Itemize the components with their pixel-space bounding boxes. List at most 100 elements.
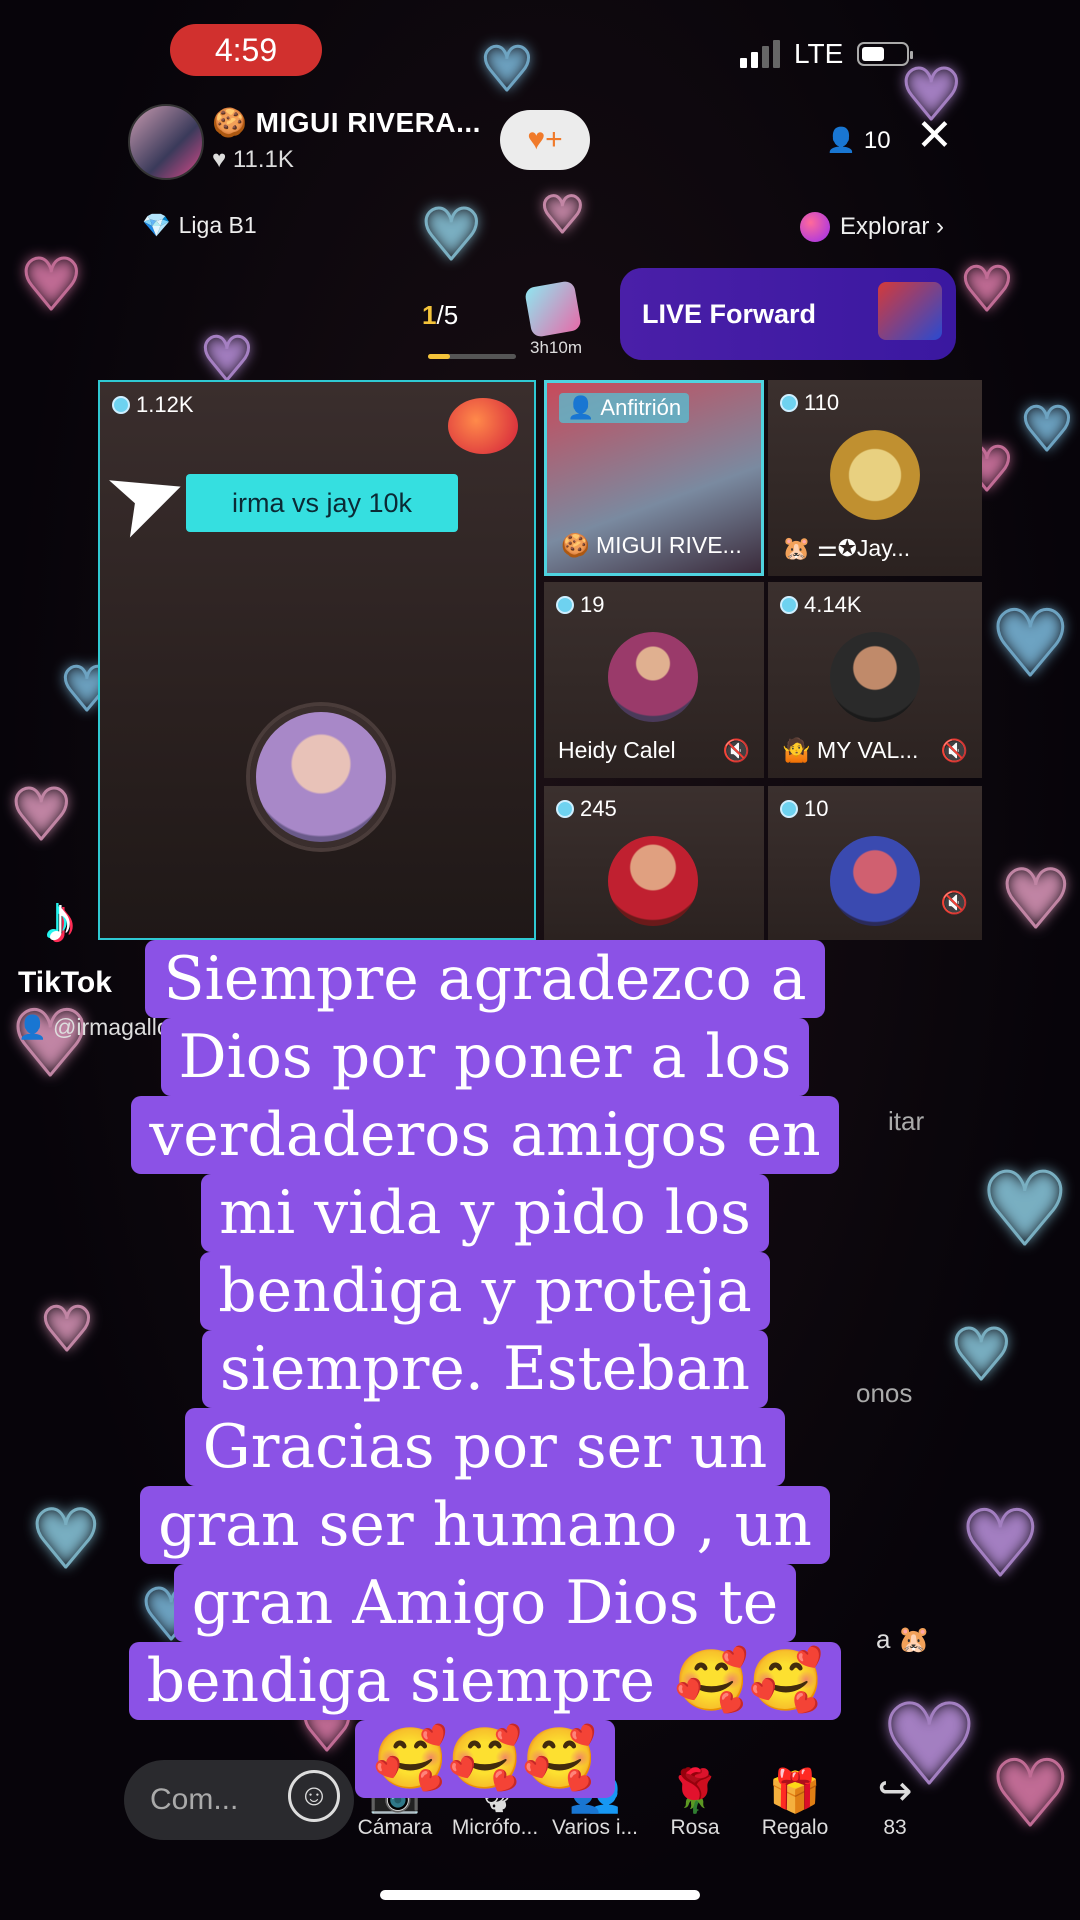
action-label: Cámara xyxy=(357,1816,433,1839)
live-forward-button[interactable]: LIVE Forward xyxy=(620,268,956,360)
caption-line: bendiga y proteja xyxy=(200,1252,770,1330)
gift-badge-icon xyxy=(448,398,518,454)
guest-tile[interactable]: 10 🔇 xyxy=(768,786,982,940)
viewer-count-label: 10 xyxy=(863,126,891,154)
diamond-icon: 💎 xyxy=(142,212,171,238)
league-badge[interactable]: 💎 Liga B1 xyxy=(142,212,257,239)
tile-score: 245 xyxy=(580,796,617,821)
tile-score-wrap: 4.14K xyxy=(780,592,862,618)
signal-icon xyxy=(740,40,780,68)
page-total: /5 xyxy=(436,300,459,330)
page-progress-bar xyxy=(428,354,516,359)
tile-name: 🐹 ⚌✪Jay... xyxy=(782,535,911,561)
heart-plus-icon: ♥+ xyxy=(527,123,563,156)
event-timer: 3h10m xyxy=(530,338,582,357)
heart-icon: ♥ xyxy=(959,1492,1043,1597)
viewer-count[interactable]: 👤 10 xyxy=(826,126,891,155)
caption-line: Dios por poner a los xyxy=(160,1018,810,1096)
side-text: itar xyxy=(888,1106,925,1136)
gem-icon xyxy=(556,800,574,818)
tiktok-logo-icon: ♪ xyxy=(44,883,76,955)
explore-label: Explorar › xyxy=(840,213,945,240)
action-label: Varios i... xyxy=(552,1816,638,1839)
guest-avatar xyxy=(830,632,920,722)
heart-icon: ♥ xyxy=(19,244,85,326)
person-icon: 👤 xyxy=(826,127,856,154)
gem-icon xyxy=(780,394,798,412)
guest-avatar xyxy=(830,836,920,926)
score-value: 1.12K xyxy=(136,392,194,417)
action-label: Regalo xyxy=(761,1816,829,1839)
status-time-pill: 4:59 xyxy=(170,24,322,76)
page-current: 1 xyxy=(422,300,437,330)
tile-name: 🍪 MIGUI RIVE... xyxy=(561,532,742,558)
tile-name: 🤷 MY VAL... xyxy=(782,737,919,763)
mic-off-icon: 🔇 xyxy=(940,890,968,915)
explore-link[interactable]: Explorar › xyxy=(800,212,944,242)
tile-score-wrap: 10 xyxy=(780,796,828,822)
league-label: Liga B1 xyxy=(178,212,257,238)
action-label: Micrófo... xyxy=(451,1816,539,1839)
tiktok-event-icon[interactable] xyxy=(524,280,582,338)
heart-icon: ♥ xyxy=(539,186,587,244)
status-indicators: LTE xyxy=(740,38,914,70)
tile-score: 19 xyxy=(580,592,605,617)
caption-line: gran Amigo Dios te xyxy=(173,1564,797,1642)
guest-tile[interactable]: 19 Heidy Calel 🔇 xyxy=(544,582,764,778)
network-label: LTE xyxy=(794,38,844,69)
host-likes: ♥ 11.1K xyxy=(212,146,294,173)
heart-icon: ♥ xyxy=(959,255,1016,325)
caption-line: 🥰🥰🥰 xyxy=(354,1720,616,1798)
race-car-icon xyxy=(878,282,942,340)
guest-avatar xyxy=(830,430,920,520)
gem-icon xyxy=(112,396,130,414)
caption-line: verdaderos amigos en xyxy=(131,1096,839,1174)
heart-icon: ♥ xyxy=(979,1151,1072,1268)
heart-icon: ♥ xyxy=(999,853,1074,946)
page-progress-fill xyxy=(428,354,450,359)
tile-score: 10 xyxy=(804,796,829,821)
heart-icon: ♥ xyxy=(479,35,536,105)
tile-score-wrap: 110 xyxy=(780,390,839,416)
tile-score: 110 xyxy=(804,390,840,415)
caption-line: bendiga siempre 🥰🥰 xyxy=(128,1642,842,1720)
close-icon[interactable]: ✕ xyxy=(916,110,953,161)
action-label: Rosa xyxy=(670,1816,720,1839)
gem-icon xyxy=(556,596,574,614)
caption-line: gran ser humano , un xyxy=(140,1486,830,1564)
guest-tile[interactable]: 110 🐹 ⚌✪Jay... xyxy=(768,380,982,576)
home-indicator[interactable] xyxy=(380,1890,700,1900)
tile-score: 4.14K xyxy=(804,592,862,617)
guest-tile[interactable]: 245 xyxy=(544,786,764,940)
mic-off-icon: 🔇 xyxy=(722,738,750,763)
guest-avatar xyxy=(608,836,698,926)
planet-icon xyxy=(800,212,830,242)
tile-name: Heidy Calel xyxy=(558,737,676,763)
guest-avatar xyxy=(250,706,392,848)
heart-icon: ♥ xyxy=(949,1314,1015,1396)
gem-icon xyxy=(780,800,798,818)
person-icon: 👤 xyxy=(567,395,595,420)
host-avatar[interactable] xyxy=(128,104,204,180)
caption-overlay: Siempre agradezco a Dios por poner a los v… xyxy=(80,940,890,1798)
battle-banner: irma vs jay 10k xyxy=(186,474,458,532)
host-tag: 👤 Anfitrión xyxy=(559,393,690,423)
tile-score-wrap: 19 xyxy=(556,592,604,618)
heart-icon: ♥ xyxy=(989,1742,1073,1847)
tile-score: Anfitrión xyxy=(600,395,682,420)
heart-icon: ♥ xyxy=(9,774,75,856)
guest-tile[interactable]: 4.14K 🤷 MY VAL... 🔇 xyxy=(768,582,982,778)
heart-icon: ♥ xyxy=(1019,395,1076,465)
guest-tile-host[interactable]: 👤 Anfitrión 🍪 MIGUI RIVE... xyxy=(544,380,764,576)
heart-icon: ♥ xyxy=(419,194,485,276)
heart-icon: ♥ xyxy=(989,592,1073,697)
caption-text: Siempre agradezco a Dios por poner a los v… xyxy=(80,940,890,1798)
caption-line: Gracias por ser un xyxy=(184,1408,786,1486)
host-name[interactable]: 🍪 MIGUI RIVERA... xyxy=(212,106,481,139)
guest-avatar xyxy=(608,632,698,722)
battery-icon xyxy=(857,42,914,66)
caption-line: mi vida y pido los xyxy=(201,1174,769,1252)
follow-button[interactable]: ♥+ xyxy=(500,110,590,170)
person-icon: 👤 xyxy=(18,1014,47,1040)
caption-line: siempre. Esteban xyxy=(201,1330,769,1408)
